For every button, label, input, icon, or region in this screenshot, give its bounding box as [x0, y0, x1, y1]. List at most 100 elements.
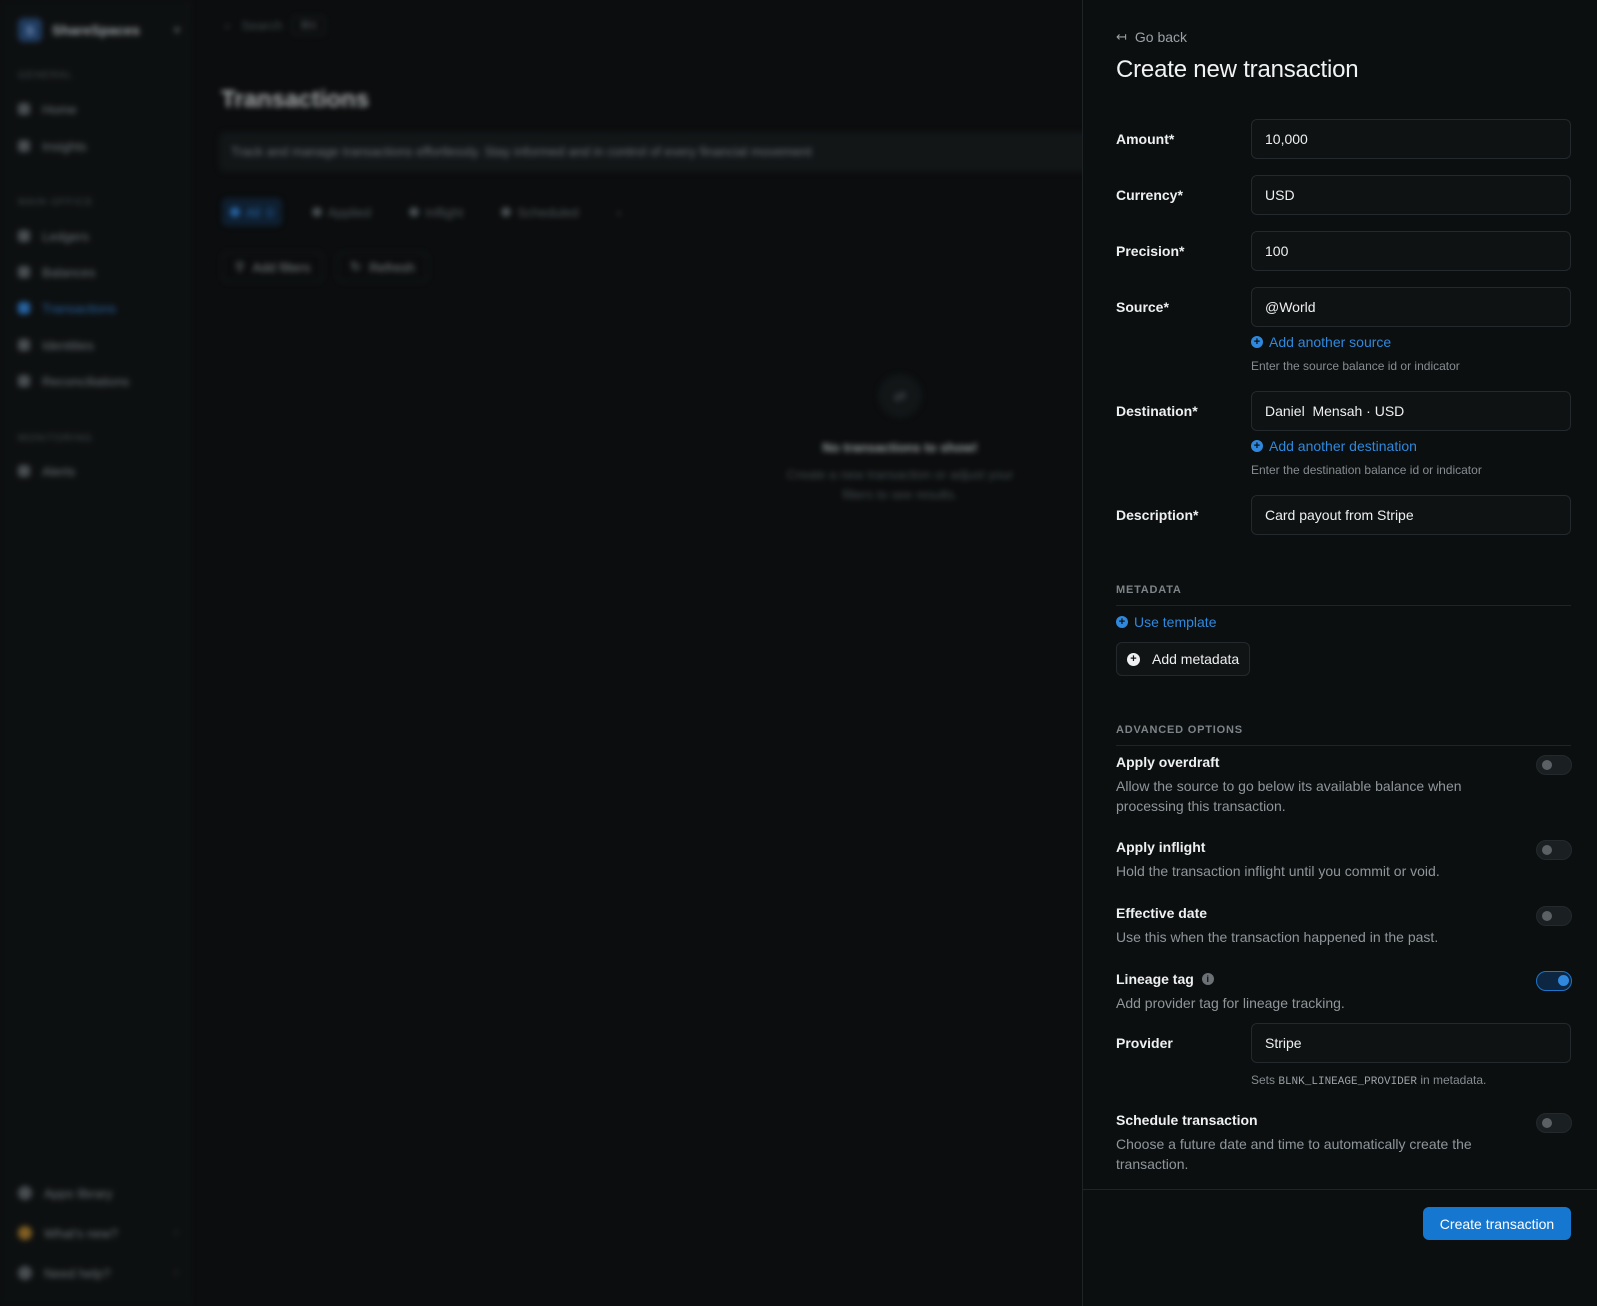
currency-label: Currency*: [1116, 187, 1183, 203]
advanced-options-heading: ADVANCED OPTIONS: [1116, 724, 1571, 746]
go-back-link[interactable]: ↤ Go back: [1116, 29, 1187, 45]
add-filters-button[interactable]: ⚲ Add filters: [222, 252, 324, 282]
background-app: S ShareSpaces ▾ GENERAL Home Insights MA…: [0, 0, 1099, 1306]
amount-label: Amount*: [1116, 131, 1175, 147]
sidebar-item-label: Transactions: [42, 300, 116, 316]
sidebar-item-label: Home: [42, 101, 77, 117]
refresh-label: Refresh: [369, 259, 415, 275]
schedule-toggle[interactable]: [1536, 1113, 1572, 1133]
workspace-switcher[interactable]: S ShareSpaces ▾: [18, 16, 180, 44]
filter-icon: ⚲: [235, 259, 245, 274]
schedule-description: Choose a future date and time to automat…: [1116, 1136, 1472, 1172]
tab-count: 0: [266, 204, 274, 220]
lineage-tag-description: Add provider tag for lineage tracking.: [1116, 995, 1345, 1011]
tab-label: All: [246, 204, 261, 220]
apps-icon: [18, 1186, 32, 1200]
go-back-label: Go back: [1134, 29, 1188, 45]
provider-label: Provider: [1116, 1035, 1173, 1051]
need-help-link[interactable]: Need help? ›: [18, 1260, 178, 1286]
chevron-icon: ›: [174, 1267, 178, 1279]
tab-scheduled[interactable]: Scheduled: [493, 198, 586, 226]
nav-section-monitoring: MONITORING: [18, 433, 93, 444]
sidebar-item-insights[interactable]: Insights: [18, 133, 178, 159]
effective-date-toggle[interactable]: [1536, 906, 1572, 926]
add-metadata-label: Add metadata: [1152, 651, 1240, 667]
inflight-toggle[interactable]: [1536, 840, 1572, 860]
toggle-knob: [1542, 1118, 1552, 1128]
apps-library-link[interactable]: Apps library: [18, 1180, 178, 1206]
sidebar-item-label: Reconciliations: [42, 373, 130, 389]
add-metadata-button[interactable]: + Add metadata: [1116, 642, 1251, 676]
sidebar-item-label: Insights: [42, 138, 87, 154]
plus-circle-icon: +: [1127, 652, 1140, 666]
whats-new-link[interactable]: What's new? ›: [18, 1220, 178, 1246]
inflight-title: Apply inflight: [1116, 839, 1205, 855]
plus-circle-icon: +: [1251, 440, 1263, 452]
overdraft-toggle[interactable]: [1536, 755, 1572, 775]
tab-label: Scheduled: [517, 204, 579, 220]
sidebar-item-label: Balances: [42, 264, 96, 280]
tab-applied[interactable]: Applied: [304, 198, 379, 226]
workspace-name: ShareSpaces: [52, 22, 140, 38]
sidebar-item-ledgers[interactable]: Ledgers: [18, 223, 178, 249]
currency-input[interactable]: USD: [1251, 175, 1571, 215]
precision-input[interactable]: 100: [1251, 231, 1571, 271]
help-icon: [18, 1266, 32, 1280]
destination-input[interactable]: Daniel Mensah · USD: [1251, 391, 1571, 431]
search-shortcut: ⌘K: [292, 16, 325, 35]
tab-dot-icon: [409, 207, 420, 217]
add-source-link[interactable]: + Add another source: [1251, 334, 1391, 350]
toggle-knob: [1558, 975, 1569, 986]
arrow-left-icon: ↤: [1116, 29, 1127, 44]
nav-section-main-office: MAIN OFFICE: [18, 197, 94, 208]
refresh-button[interactable]: ↻ Refresh: [337, 252, 428, 282]
add-destination-link[interactable]: + Add another destination: [1251, 438, 1417, 454]
reconciliation-icon: [18, 375, 30, 387]
bottom-item-label: Apps library: [44, 1185, 113, 1201]
sidebar-item-label: Identities: [42, 337, 95, 353]
precision-label: Precision*: [1116, 243, 1185, 259]
provider-hint: Sets BLNK_LINEAGE_PROVIDER in metadata.: [1251, 1073, 1486, 1088]
source-label: Source*: [1116, 299, 1169, 315]
tab-overflow[interactable]: ›: [609, 198, 629, 226]
provider-hint-prefix: Sets: [1251, 1073, 1279, 1087]
create-transaction-button[interactable]: Create transaction: [1423, 1207, 1571, 1240]
empty-state-title: No transactions to show!: [822, 440, 978, 455]
create-transaction-drawer: ↤ Go back Create new transaction Amount*…: [1082, 0, 1597, 1306]
effective-date-title-text: Effective date: [1116, 905, 1208, 921]
filter-bar: ⚲ Add filters ↻ Refresh: [222, 252, 428, 282]
sidebar-item-home[interactable]: Home: [18, 96, 178, 122]
add-source-label: Add another source: [1269, 334, 1392, 350]
ledger-icon: [18, 230, 30, 242]
info-icon[interactable]: i: [1201, 973, 1214, 985]
sidebar-item-transactions[interactable]: Transactions: [18, 295, 178, 321]
global-search[interactable]: ⌕ Search ⌘K: [224, 16, 325, 35]
source-input[interactable]: @World: [1251, 287, 1571, 327]
sidebar-item-label: Ledgers: [42, 228, 89, 244]
sidebar-item-reconciliations[interactable]: Reconciliations: [18, 368, 178, 394]
tab-label: Applied: [327, 204, 372, 220]
plus-circle-icon: +: [1116, 616, 1128, 628]
overdraft-title: Apply overdraft: [1116, 754, 1219, 770]
sidebar-item-label: Alerts: [42, 463, 76, 479]
amount-input[interactable]: 10,000: [1251, 119, 1571, 159]
balance-icon: [18, 266, 30, 278]
chevron-icon: ›: [174, 1227, 178, 1239]
empty-state-icon: ⇄: [878, 374, 922, 418]
add-filters-label: Add filters: [252, 259, 311, 275]
empty-state-description: Create a new transaction or adjust your …: [786, 467, 1014, 502]
lineage-tag-toggle[interactable]: [1536, 971, 1572, 991]
effective-date-title: Effective date: [1116, 905, 1207, 921]
sidebar-item-balances[interactable]: Balances: [18, 259, 178, 285]
description-input[interactable]: Card payout from Stripe: [1251, 495, 1571, 535]
drawer-title: Create new transaction: [1116, 56, 1359, 83]
destination-label: Destination*: [1116, 403, 1198, 419]
sidebar-item-identities[interactable]: Identities: [18, 332, 178, 358]
tab-all[interactable]: All 0: [222, 198, 282, 226]
tab-inflight[interactable]: Inflight: [401, 198, 471, 226]
provider-input[interactable]: Stripe: [1251, 1023, 1571, 1063]
use-template-link[interactable]: + Use template: [1116, 614, 1216, 630]
description-label: Description*: [1116, 507, 1199, 523]
sidebar-item-alerts[interactable]: Alerts: [18, 458, 178, 484]
more-icon: ›: [616, 204, 622, 220]
